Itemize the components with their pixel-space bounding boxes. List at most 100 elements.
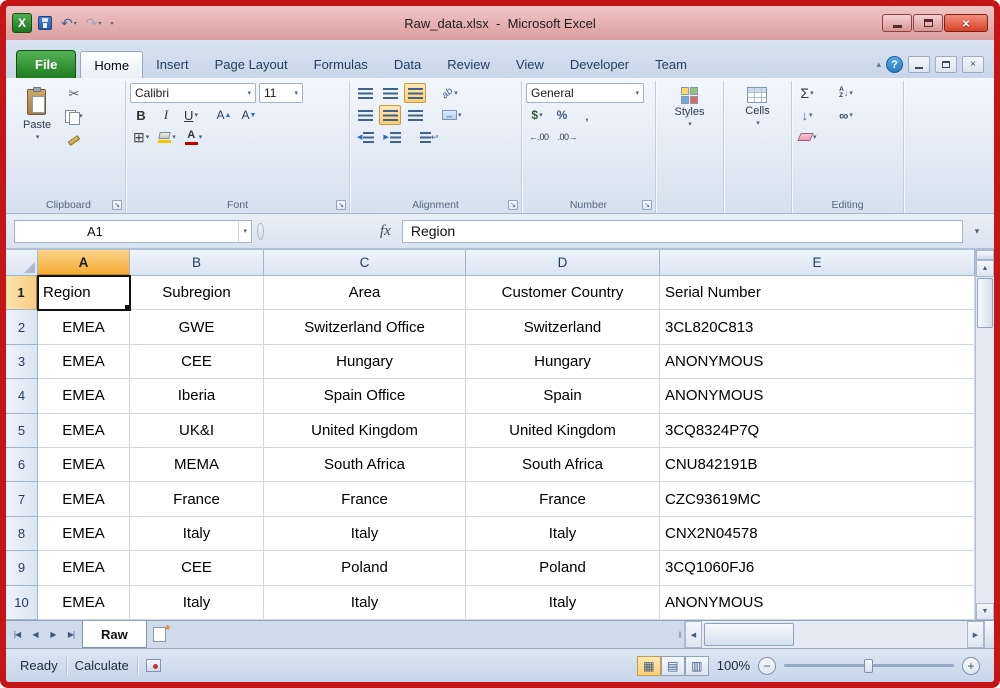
page-layout-view-button[interactable]: ▤ [661, 656, 685, 676]
align-left-button[interactable] [354, 105, 376, 125]
cell-C1[interactable]: Area [264, 276, 466, 310]
column-header-A[interactable]: A [38, 250, 130, 276]
zoom-slider[interactable] [784, 657, 954, 675]
increase-decimal-button[interactable]: ←.00 [526, 127, 552, 147]
cell-E9[interactable]: 3CQ1060FJ6 [660, 551, 975, 585]
cell-B7[interactable]: France [130, 482, 264, 516]
next-sheet-button[interactable]: ▶ [44, 624, 62, 646]
cell-D2[interactable]: Switzerland [466, 310, 660, 344]
font-name-combo[interactable]: Calibri▾ [130, 83, 256, 103]
accounting-format-button[interactable]: $▾ [526, 105, 548, 125]
cell-C4[interactable]: Spain Office [264, 379, 466, 413]
styles-button[interactable]: Styles ▾ [668, 82, 712, 129]
cell-A8[interactable]: EMEA [38, 517, 130, 551]
tab-home[interactable]: Home [80, 51, 143, 78]
format-painter-button[interactable] [62, 128, 86, 148]
font-size-combo[interactable]: 11▾ [259, 83, 303, 103]
alignment-dialog-launcher[interactable]: ↘ [508, 200, 518, 210]
cell-E7[interactable]: CZC93619MC [660, 482, 975, 516]
row-header-7[interactable]: 7 [6, 482, 38, 516]
horizontal-scrollbar[interactable]: ◀ ▶ [684, 621, 984, 648]
cell-A7[interactable]: EMEA [38, 482, 130, 516]
cell-D10[interactable]: Italy [466, 586, 660, 620]
number-dialog-launcher[interactable]: ↘ [642, 200, 652, 210]
minimize-ribbon-icon[interactable]: ▴ [876, 59, 881, 70]
clipboard-dialog-launcher[interactable]: ↘ [112, 200, 122, 210]
row-header-2[interactable]: 2 [6, 310, 38, 344]
vertical-scrollbar[interactable]: ▲ ▼ [975, 250, 994, 620]
cell-B5[interactable]: UK&I [130, 414, 264, 448]
cell-C9[interactable]: Poland [264, 551, 466, 585]
cell-C5[interactable]: United Kingdom [264, 414, 466, 448]
underline-button[interactable]: U▾ [180, 105, 202, 125]
column-header-D[interactable]: D [466, 250, 660, 276]
scroll-up-button[interactable]: ▲ [976, 260, 994, 277]
column-header-B[interactable]: B [130, 250, 264, 276]
scroll-left-button[interactable]: ◀ [685, 621, 702, 648]
tab-splitter[interactable]: ‖ [676, 621, 684, 648]
cell-C8[interactable]: Italy [264, 517, 466, 551]
minimize-button[interactable] [882, 14, 912, 32]
row-header-10[interactable]: 10 [6, 586, 38, 620]
cell-A1[interactable]: Region [38, 276, 130, 310]
cell-E2[interactable]: 3CL820C813 [660, 310, 975, 344]
decrease-indent-button[interactable]: ◀ [354, 127, 377, 147]
cell-B8[interactable]: Italy [130, 517, 264, 551]
borders-button[interactable]: ⊞▾ [130, 127, 152, 147]
align-top-button[interactable] [354, 83, 376, 103]
cell-A4[interactable]: EMEA [38, 379, 130, 413]
cell-E5[interactable]: 3CQ8324P7Q [660, 414, 975, 448]
column-header-E[interactable]: E [660, 250, 975, 276]
number-format-combo[interactable]: General▾ [526, 83, 644, 103]
excel-app-icon[interactable]: X [12, 13, 32, 33]
align-middle-button[interactable] [379, 83, 401, 103]
row-header-6[interactable]: 6 [6, 448, 38, 482]
cell-A3[interactable]: EMEA [38, 345, 130, 379]
copy-button[interactable]: ▾ [62, 106, 86, 126]
page-break-view-button[interactable]: ▥ [685, 656, 709, 676]
tab-formulas[interactable]: Formulas [301, 51, 381, 78]
workbook-close-button[interactable]: × [962, 56, 984, 73]
cell-D6[interactable]: South Africa [466, 448, 660, 482]
cell-A10[interactable]: EMEA [38, 586, 130, 620]
help-button[interactable]: ? [886, 56, 903, 73]
macro-record-button[interactable] [146, 659, 161, 672]
file-tab[interactable]: File [16, 50, 76, 78]
cell-B10[interactable]: Italy [130, 586, 264, 620]
column-header-C[interactable]: C [264, 250, 466, 276]
split-handle[interactable] [976, 250, 994, 260]
insert-worksheet-button[interactable] [147, 621, 173, 648]
select-all-corner[interactable] [6, 250, 38, 276]
first-sheet-button[interactable]: |◀ [8, 624, 26, 646]
fill-color-button[interactable]: ▾ [155, 127, 179, 147]
cell-C10[interactable]: Italy [264, 586, 466, 620]
shrink-font-button[interactable]: A▼ [238, 105, 260, 125]
cell-E8[interactable]: CNX2N04578 [660, 517, 975, 551]
cut-button[interactable]: ✂ [62, 84, 86, 104]
align-bottom-button[interactable] [404, 83, 426, 103]
row-header-1[interactable]: 1 [6, 276, 38, 310]
workbook-minimize-button[interactable] [908, 56, 930, 73]
cell-A6[interactable]: EMEA [38, 448, 130, 482]
cell-D7[interactable]: France [466, 482, 660, 516]
tab-team[interactable]: Team [642, 51, 700, 78]
grow-font-button[interactable]: A▲ [213, 105, 235, 125]
cell-E4[interactable]: ANONYMOUS [660, 379, 975, 413]
expand-formula-bar-button[interactable]: ▾ [968, 220, 986, 243]
name-box-resize-handle[interactable] [257, 223, 264, 240]
find-select-button[interactable]: ∞▾ [835, 105, 857, 125]
orientation-button[interactable]: ab▾ [439, 83, 461, 103]
cell-C3[interactable]: Hungary [264, 345, 466, 379]
zoom-in-button[interactable]: + [962, 657, 980, 675]
tab-insert[interactable]: Insert [143, 51, 202, 78]
cell-E1[interactable]: Serial Number [660, 276, 975, 310]
cell-C2[interactable]: Switzerland Office [264, 310, 466, 344]
decrease-decimal-button[interactable]: .00→ [555, 127, 581, 147]
scroll-down-button[interactable]: ▼ [976, 603, 994, 620]
cell-B4[interactable]: Iberia [130, 379, 264, 413]
autosum-button[interactable]: Σ▾ [796, 83, 818, 103]
cell-A5[interactable]: EMEA [38, 414, 130, 448]
align-center-button[interactable] [379, 105, 401, 125]
cell-D1[interactable]: Customer Country [466, 276, 660, 310]
cell-D3[interactable]: Hungary [466, 345, 660, 379]
